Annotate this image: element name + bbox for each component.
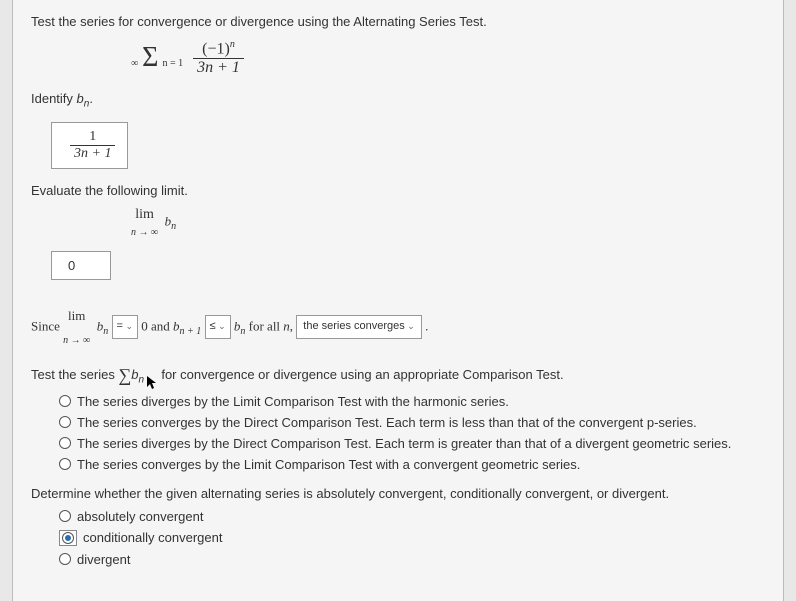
radio-icon[interactable]	[59, 437, 71, 449]
sigma-symbol: Σ	[142, 42, 158, 73]
comparison-option[interactable]: The series converges by the Limit Compar…	[59, 457, 765, 472]
conclusion-select[interactable]: the series converges	[296, 315, 422, 339]
relation-select-1[interactable]: =	[112, 315, 138, 339]
absolute-prompt: Determine whether the given alternating …	[31, 486, 765, 501]
radio-icon[interactable]	[59, 458, 71, 470]
relation-select-2[interactable]: ≤	[205, 315, 231, 339]
alt-series-prompt: Test the series for convergence or diver…	[31, 14, 765, 29]
option-label: conditionally convergent	[83, 530, 222, 545]
series-numerator: (−1)n	[193, 39, 244, 59]
identify-bn-prompt: Identify bn.	[31, 91, 765, 110]
option-label: absolutely convergent	[77, 509, 203, 524]
series-expression: ∞ Σ n = 1 (−1)n 3n + 1	[31, 39, 765, 77]
radio-icon[interactable]	[59, 395, 71, 407]
limit-prompt: Evaluate the following limit.	[31, 183, 765, 198]
comparison-option[interactable]: The series converges by the Direct Compa…	[59, 415, 765, 430]
absolute-option[interactable]: absolutely convergent	[59, 509, 765, 524]
comparison-option[interactable]: The series diverges by the Direct Compar…	[59, 436, 765, 451]
series-denominator: 3n + 1	[193, 59, 244, 77]
option-label: The series converges by the Limit Compar…	[77, 457, 580, 472]
comparison-options: The series diverges by the Limit Compari…	[59, 394, 765, 472]
comparison-option[interactable]: The series diverges by the Limit Compari…	[59, 394, 765, 409]
sigma-lower: n = 1	[162, 58, 183, 69]
sigma-upper: ∞	[131, 58, 138, 69]
absolute-option[interactable]: divergent	[59, 552, 765, 567]
limit-answer-box[interactable]: 0	[51, 251, 111, 280]
bn-answer-box[interactable]: 1 3n + 1	[51, 122, 128, 169]
option-label: The series diverges by the Direct Compar…	[77, 436, 731, 451]
option-label: The series converges by the Direct Compa…	[77, 415, 697, 430]
radio-icon[interactable]	[59, 416, 71, 428]
since-statement: Since lim n → ∞ bn = 0 and bn + 1 ≤ bn f…	[31, 304, 765, 351]
limit-expression: lim n → ∞ bn	[31, 206, 765, 239]
bn-denominator: 3n + 1	[70, 146, 115, 162]
comparison-prompt: Test the series ∑bn for convergence or d…	[31, 365, 765, 386]
radio-icon[interactable]	[59, 510, 71, 522]
bn-numerator: 1	[70, 129, 115, 146]
question-panel: Test the series for convergence or diver…	[12, 0, 784, 601]
option-label: divergent	[77, 552, 130, 567]
radio-icon[interactable]	[62, 532, 74, 544]
radio-icon[interactable]	[59, 553, 71, 565]
absolute-options: absolutely convergent conditionally conv…	[59, 509, 765, 567]
option-label: The series diverges by the Limit Compari…	[77, 394, 509, 409]
absolute-option[interactable]: conditionally convergent	[59, 530, 765, 546]
